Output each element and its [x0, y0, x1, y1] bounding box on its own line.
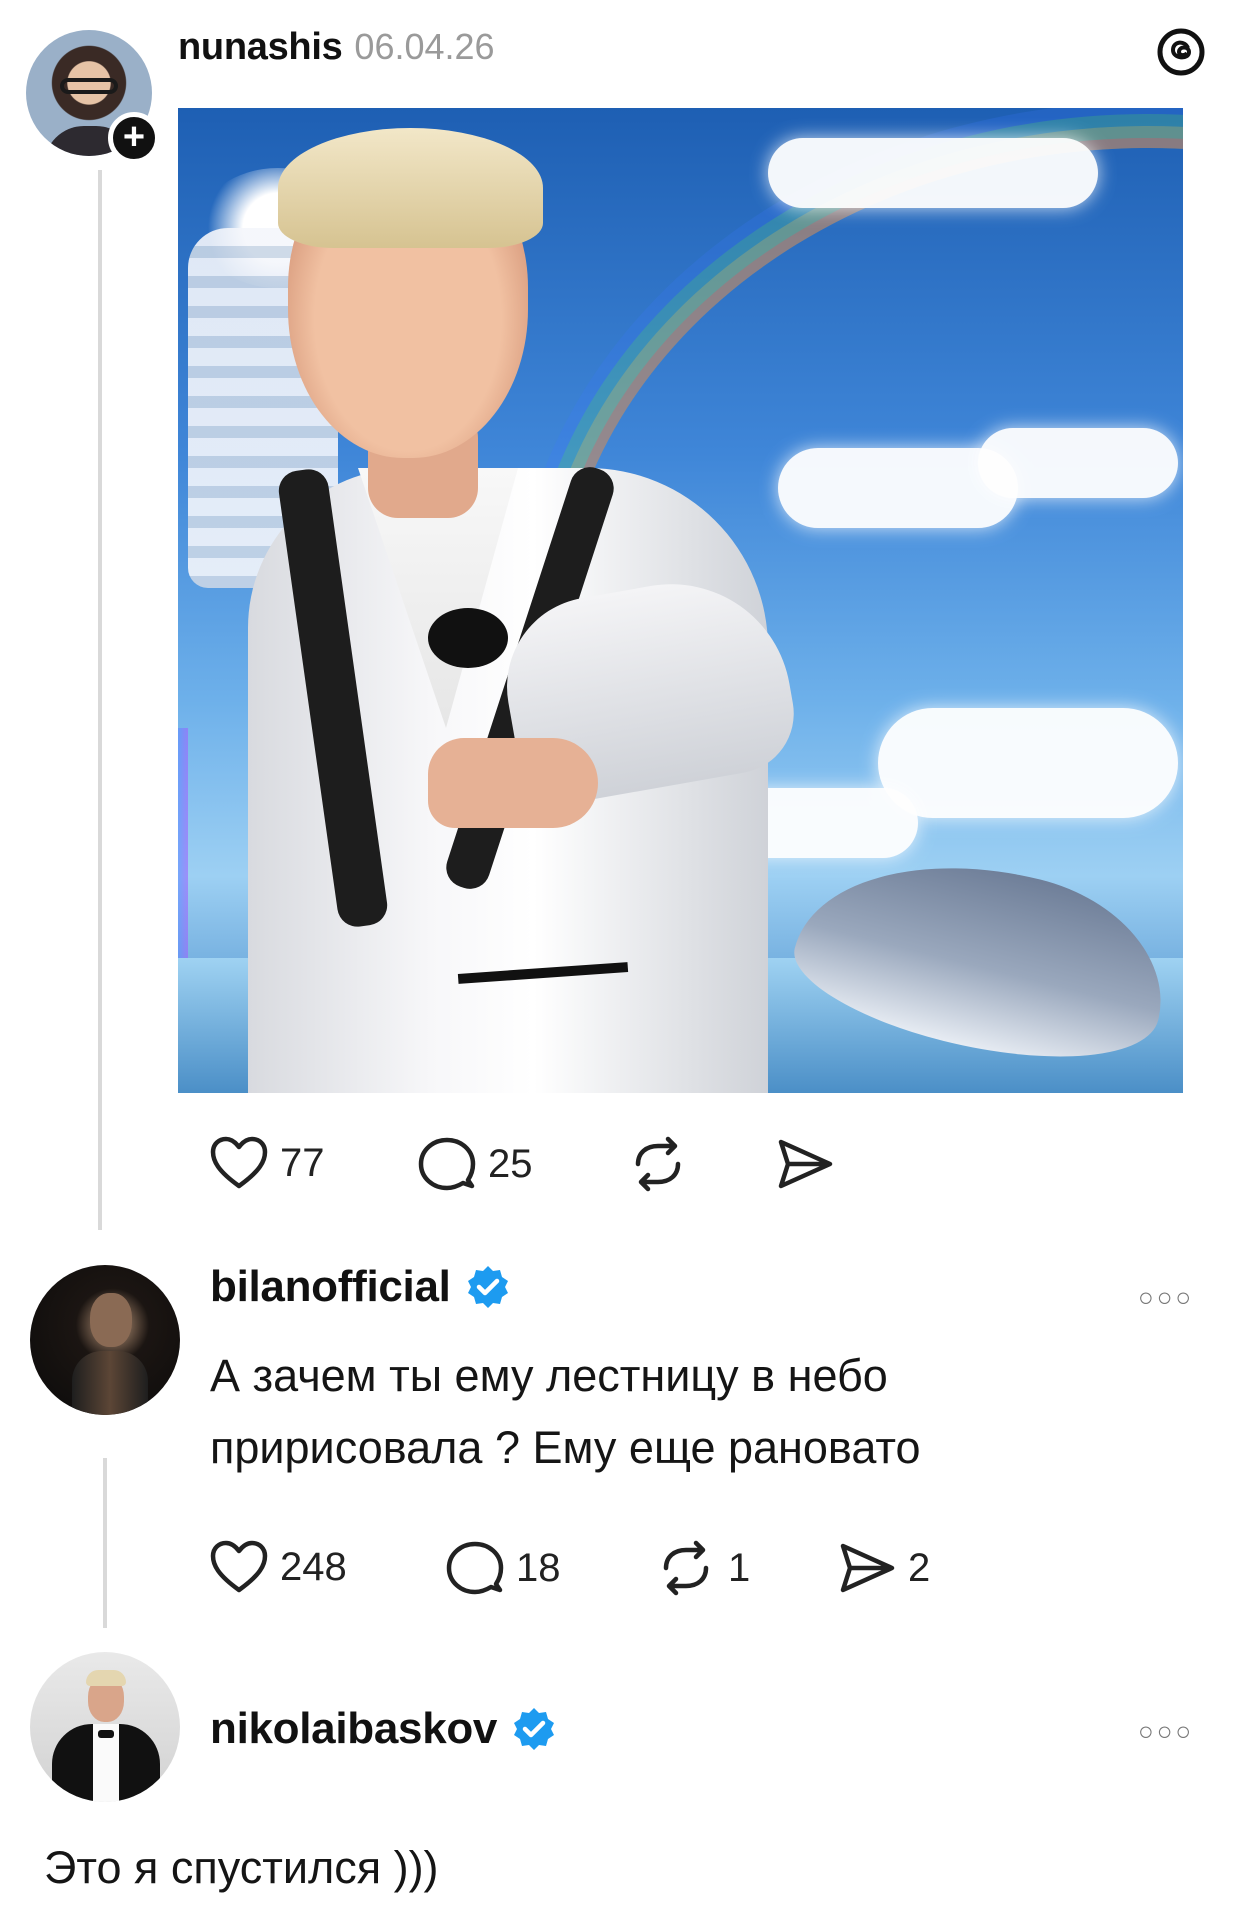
share-button[interactable]: 2: [838, 1542, 930, 1594]
avatar-glasses: [60, 78, 118, 94]
like-count: 248: [280, 1544, 347, 1589]
repost-count: 1: [728, 1545, 751, 1590]
comment-button[interactable]: 18: [446, 1540, 561, 1596]
avatar-face: [90, 1293, 132, 1347]
comment-username[interactable]: bilanofficial: [210, 1262, 451, 1312]
thread-line: [103, 1458, 107, 1628]
heart-icon: [210, 1540, 268, 1593]
comment-count: 25: [488, 1141, 533, 1186]
send-icon: [840, 1543, 895, 1593]
post-header: nunashis 06.04.26: [178, 26, 495, 69]
avatar-nikolaibaskov[interactable]: [30, 1652, 180, 1802]
repost-icon: [663, 1540, 709, 1596]
share-count: 2: [908, 1545, 931, 1590]
thread-line: [98, 170, 102, 1230]
lapel-flower: [428, 608, 508, 668]
cloud: [878, 708, 1178, 818]
follow-plus-icon[interactable]: +: [108, 112, 160, 164]
cloud: [978, 428, 1178, 498]
threads-icon[interactable]: [1155, 26, 1207, 78]
comment-text: Это я спустился ))): [44, 1842, 439, 1893]
person-hair: [278, 128, 543, 248]
pointing-hand: [428, 738, 598, 828]
comment-bubble-icon: [446, 1541, 504, 1595]
repost-icon: [635, 1136, 681, 1192]
verified-badge-icon: [514, 1708, 555, 1750]
post-username[interactable]: nunashis: [178, 26, 343, 69]
share-button[interactable]: [776, 1138, 834, 1190]
like-count: 77: [280, 1140, 325, 1185]
comment-button[interactable]: 25: [418, 1136, 533, 1192]
comment-username[interactable]: nikolaibaskov: [210, 1704, 497, 1754]
repost-button[interactable]: [628, 1136, 688, 1192]
repost-button[interactable]: 1: [656, 1540, 750, 1596]
comment-count: 18: [516, 1545, 561, 1590]
comment-bubble-icon: [418, 1137, 476, 1191]
heart-icon: [210, 1136, 268, 1189]
comment-header: nikolaibaskov: [210, 1704, 557, 1754]
like-button[interactable]: 248: [210, 1540, 347, 1594]
avatar-hair: [86, 1670, 126, 1686]
post-date: 06.04.26: [354, 26, 495, 67]
cloud: [768, 138, 1098, 208]
more-dots-icon[interactable]: ○○○: [1138, 1282, 1194, 1313]
avatar-bilanofficial[interactable]: [30, 1265, 180, 1415]
comment-text-line: пририсовала ? Ему еще рановато: [210, 1422, 921, 1473]
comment-header: bilanofficial: [210, 1262, 511, 1312]
avatar-bowtie: [98, 1730, 114, 1738]
send-icon: [778, 1139, 833, 1189]
more-dots-icon[interactable]: ○○○: [1138, 1716, 1194, 1747]
avatar-chest: [72, 1351, 148, 1415]
verified-badge-icon: [467, 1266, 508, 1308]
post-image[interactable]: [178, 108, 1183, 1093]
comment-body: А зачем ты ему лестницу в небо пририсова…: [210, 1340, 1170, 1484]
like-button[interactable]: 77: [210, 1136, 325, 1190]
comment-text-line: А зачем ты ему лестницу в небо: [210, 1350, 888, 1401]
